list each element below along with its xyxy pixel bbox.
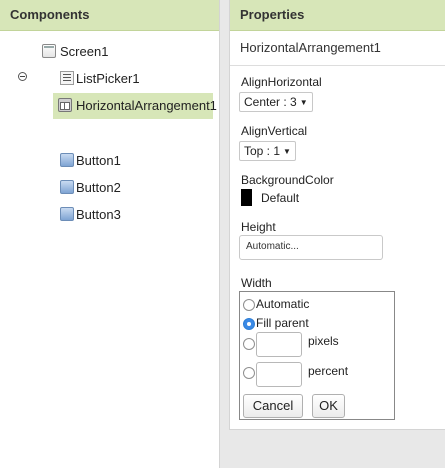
- tree-item-label: HorizontalArrangement1: [76, 98, 217, 113]
- selected-component-name: HorizontalArrangement1: [230, 31, 445, 66]
- screen-icon: [42, 44, 56, 58]
- radio-percent[interactable]: [243, 367, 255, 379]
- option-fill-parent-label: Fill parent: [256, 316, 309, 330]
- tree-item-button2[interactable]: Button2: [58, 177, 208, 199]
- tree-item-label: ListPicker1: [76, 71, 140, 86]
- width-editor: Automatic Fill parent pixels percent Can…: [239, 291, 395, 420]
- button-icon: [60, 153, 74, 167]
- tree-item-horizontalarrangement1[interactable]: HorizontalArrangement1: [53, 93, 217, 119]
- percent-input[interactable]: [256, 362, 302, 387]
- pixels-input[interactable]: [256, 332, 302, 357]
- components-panel: Components Screen1 ListPicker1 Horizonta…: [0, 0, 220, 468]
- height-field[interactable]: Automatic...: [239, 235, 383, 260]
- width-label: Width: [241, 276, 272, 290]
- components-header: Components: [0, 0, 219, 31]
- cancel-button[interactable]: Cancel: [243, 394, 303, 418]
- align-horizontal-label: AlignHorizontal: [241, 75, 322, 89]
- caret-down-icon: ▼: [283, 147, 291, 156]
- caret-down-icon: ▼: [299, 98, 308, 107]
- properties-header: Properties: [230, 0, 445, 31]
- color-swatch[interactable]: [241, 189, 252, 206]
- tree-item-label: Button2: [76, 180, 121, 195]
- tree-item-label: Button3: [76, 207, 121, 222]
- align-vertical-label: AlignVertical: [241, 124, 308, 138]
- tree-item-label: Screen1: [60, 44, 109, 59]
- background-color-value[interactable]: Default: [261, 191, 299, 205]
- collapse-icon[interactable]: [18, 72, 27, 81]
- properties-panel: Properties HorizontalArrangement1 AlignH…: [229, 0, 445, 430]
- tree-item-screen1[interactable]: Screen1: [42, 41, 212, 63]
- tree-item-label: Button1: [76, 153, 121, 168]
- option-pixels-label: pixels: [308, 334, 339, 348]
- align-vertical-dropdown[interactable]: Top : 1 ▼: [239, 141, 296, 161]
- align-horizontal-dropdown[interactable]: Center : 3 ▼: [239, 92, 313, 112]
- align-vertical-value: Top : 1: [244, 144, 281, 158]
- height-label: Height: [241, 220, 276, 234]
- option-percent-label: percent: [308, 364, 349, 378]
- radio-pixels[interactable]: [243, 338, 255, 350]
- listpicker-icon: [60, 71, 74, 85]
- tree-item-listpicker1[interactable]: ListPicker1: [58, 68, 208, 90]
- tree-item-button1[interactable]: Button1: [58, 150, 208, 172]
- horizontal-arrangement-icon: [58, 98, 72, 112]
- radio-automatic[interactable]: [243, 299, 255, 311]
- button-icon: [60, 180, 74, 194]
- background-color-label: BackgroundColor: [241, 173, 334, 187]
- option-automatic-label: Automatic: [256, 297, 310, 311]
- align-horizontal-value: Center : 3: [244, 95, 297, 109]
- ok-button[interactable]: OK: [312, 394, 345, 418]
- radio-fill-parent[interactable]: [243, 318, 255, 330]
- button-icon: [60, 207, 74, 221]
- tree-item-button3[interactable]: Button3: [58, 204, 208, 226]
